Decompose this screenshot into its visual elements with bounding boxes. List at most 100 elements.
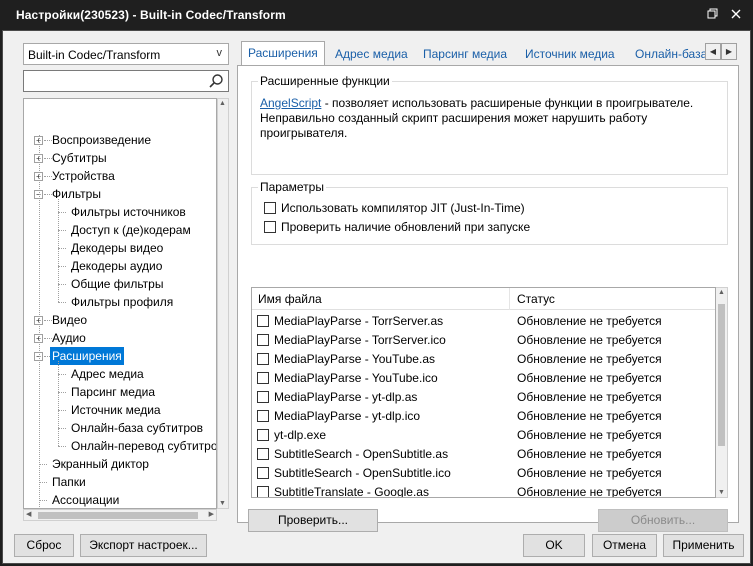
settings-window: Built-in Codec/Transform v + Воспроизведе…	[2, 30, 751, 564]
desc-text-3: проигрывателя.	[260, 126, 348, 140]
apply-button[interactable]: Применить	[663, 534, 744, 557]
group-title: Параметры	[258, 180, 326, 194]
export-settings-button[interactable]: Экспорт настроек...	[80, 534, 207, 557]
tab-extensions[interactable]: Расширения	[241, 41, 325, 66]
list-item[interactable]: SubtitleSearch - OpenSubtitle.as Обновлен…	[252, 445, 715, 464]
tree-item[interactable]: Парсинг медиа	[24, 383, 216, 401]
tree-item[interactable]: Экранный диктор	[24, 455, 216, 473]
update-button[interactable]: Обновить...	[598, 509, 728, 532]
list-vertical-scrollbar[interactable]: ▲ ▼	[716, 287, 728, 498]
tree-item[interactable]: + Аудио	[24, 329, 216, 347]
cancel-button[interactable]: Отмена	[592, 534, 657, 557]
scroll-right-icon[interactable]: ▶	[209, 510, 214, 518]
file-checkbox[interactable]	[257, 410, 269, 422]
list-item[interactable]: MediaPlayParse - TorrServer.ico Обновлени…	[252, 331, 715, 350]
scroll-up-icon[interactable]: ▲	[718, 289, 725, 296]
restore-icon[interactable]	[707, 8, 719, 23]
file-checkbox[interactable]	[257, 486, 269, 497]
tree-item[interactable]: Источник медиа	[24, 401, 216, 419]
search-input[interactable]	[23, 70, 229, 92]
tree-item[interactable]: Декодеры видео	[24, 239, 216, 257]
tab-online-subtitles[interactable]: Онлайн-база	[629, 44, 713, 66]
scroll-down-icon[interactable]: ▼	[718, 489, 725, 496]
file-checkbox[interactable]	[257, 353, 269, 365]
list-item[interactable]: yt-dlp.exe Обновление не требуется	[252, 426, 715, 445]
file-checkbox[interactable]	[257, 391, 269, 403]
tree-item-label: Экранный диктор	[52, 457, 149, 471]
tab-media-parsing[interactable]: Парсинг медиа	[417, 44, 513, 66]
tab-media-source[interactable]: Источник медиа	[519, 44, 621, 66]
tree-connector	[58, 446, 66, 447]
file-checkbox[interactable]	[257, 334, 269, 346]
tree-horizontal-scrollbar[interactable]: ◀ ▶	[23, 509, 217, 521]
jit-checkbox[interactable]	[264, 202, 276, 214]
tree-item-label: Фильтры профиля	[71, 295, 174, 309]
updates-label: Проверить наличие обновлений при запуске	[281, 220, 531, 234]
tree-item[interactable]: + Устройства	[24, 167, 216, 185]
extension-file-list[interactable]: Имя файла Статус MediaPlayParse - TorrSe…	[251, 287, 716, 498]
updates-checkbox[interactable]	[264, 221, 276, 233]
column-header-filename[interactable]: Имя файла	[258, 292, 322, 306]
check-button[interactable]: Проверить...	[248, 509, 378, 532]
file-checkbox[interactable]	[257, 315, 269, 327]
tree-item[interactable]: Фильтры профиля	[24, 293, 216, 311]
tab-scroll-buttons: ◀ ▶	[705, 43, 739, 60]
ok-button[interactable]: OK	[523, 534, 585, 557]
file-status: Обновление не требуется	[517, 333, 662, 347]
settings-tree[interactable]: + Воспроизведение + Субтитры + Устройства − Фил…	[23, 98, 217, 509]
tab-media-address[interactable]: Адрес медиа	[329, 44, 414, 66]
tree-item-label: Онлайн-база субтитров	[71, 421, 204, 435]
tree-item-label: Аудио	[52, 331, 86, 345]
file-checkbox[interactable]	[257, 467, 269, 479]
tree-item-label: Общие фильтры	[71, 277, 164, 291]
tree-connector	[39, 135, 40, 508]
desc-text-2: Неправильно созданный скрипт расширения …	[260, 111, 648, 125]
scroll-thumb[interactable]	[718, 304, 725, 446]
tree-connector	[39, 482, 47, 483]
file-checkbox[interactable]	[257, 429, 269, 441]
angelscript-link[interactable]: AngelScript	[260, 96, 321, 110]
search-icon[interactable]	[208, 73, 224, 89]
tree-item[interactable]: − Расширения	[24, 347, 216, 365]
tree-item-label: Ассоциации	[52, 493, 120, 507]
tree-connector	[58, 410, 66, 411]
list-item[interactable]: MediaPlayParse - yt-dlp.as Обновление не …	[252, 388, 715, 407]
column-divider[interactable]	[509, 288, 510, 310]
tree-connector	[58, 374, 66, 375]
tree-vertical-scrollbar[interactable]: ▲ ▼	[217, 98, 229, 509]
reset-button[interactable]: Сброс	[14, 534, 74, 557]
list-item[interactable]: SubtitleTranslate - Google.as Обновление …	[252, 483, 715, 497]
profile-combo[interactable]: Built-in Codec/Transform v	[23, 43, 229, 65]
tree-connector	[58, 230, 66, 231]
file-checkbox[interactable]	[257, 448, 269, 460]
tree-item-label: Фильтры источников	[71, 205, 186, 219]
tree-item[interactable]: Папки	[24, 473, 216, 491]
tree-item[interactable]: Онлайн-перевод субтитров	[24, 437, 216, 455]
file-checkbox[interactable]	[257, 372, 269, 384]
tree-item[interactable]: − Фильтры	[24, 185, 216, 203]
scroll-down-icon[interactable]: ▼	[219, 500, 226, 507]
scroll-left-icon[interactable]: ◀	[26, 510, 31, 518]
tab-scroll-right-icon[interactable]: ▶	[721, 43, 737, 60]
tree-item[interactable]: Общие фильтры	[24, 275, 216, 293]
scroll-up-icon[interactable]: ▲	[219, 100, 226, 107]
tree-item[interactable]: Адрес медиа	[24, 365, 216, 383]
tree-connector	[58, 361, 59, 446]
tree-item[interactable]: Доступ к (де)кодерам	[24, 221, 216, 239]
tree-item[interactable]: + Субтитры	[24, 149, 216, 167]
tree-item[interactable]: Декодеры аудио	[24, 257, 216, 275]
list-item[interactable]: SubtitleSearch - OpenSubtitle.ico Обновле…	[252, 464, 715, 483]
list-item[interactable]: MediaPlayParse - YouTube.ico Обновление н…	[252, 369, 715, 388]
tree-item[interactable]: + Воспроизведение	[24, 131, 216, 149]
tree-item[interactable]: Фильтры источников	[24, 203, 216, 221]
list-item[interactable]: MediaPlayParse - YouTube.as Обновление не…	[252, 350, 715, 369]
tab-scroll-left-icon[interactable]: ◀	[705, 43, 721, 60]
tree-item[interactable]: + Видео	[24, 311, 216, 329]
scroll-thumb[interactable]	[38, 512, 198, 519]
list-item[interactable]: MediaPlayParse - TorrServer.as Обновление…	[252, 312, 715, 331]
close-icon[interactable]	[730, 8, 742, 23]
tree-item[interactable]: Онлайн-база субтитров	[24, 419, 216, 437]
column-header-status[interactable]: Статус	[517, 292, 555, 306]
tree-item[interactable]: Ассоциации	[24, 491, 216, 508]
list-item[interactable]: MediaPlayParse - yt-dlp.ico Обновление не…	[252, 407, 715, 426]
